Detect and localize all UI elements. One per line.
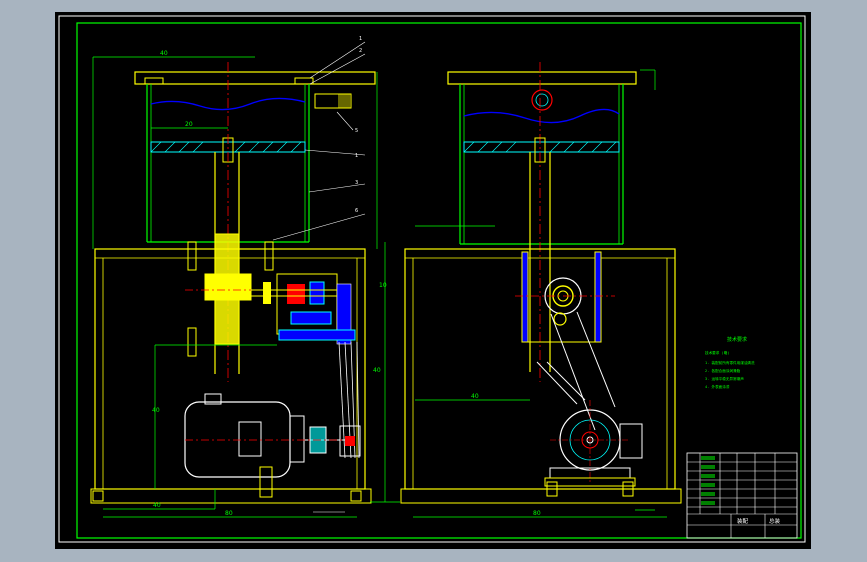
right-dim-base-total: 80 [533, 510, 541, 517]
tech-line-1: 1. 装配前所有零件用煤油清洗 [705, 360, 755, 365]
dim-side-label: 40 [373, 367, 381, 374]
balloon-4: 1 [355, 153, 358, 159]
tech-line-0: 技术要求 (略) [705, 350, 729, 355]
right-piston [463, 141, 620, 153]
left-motor [184, 393, 361, 498]
right-fluid-line [463, 108, 620, 124]
dim-base-half: 40 [153, 502, 161, 509]
dim-height-right: 10 [379, 282, 387, 289]
title-block-drawing-no: 总装 [769, 517, 781, 525]
right-view: 80 40 [400, 62, 682, 518]
outer-border [58, 15, 806, 543]
left-view: 40 20 80 40 40 10 40 1 2 5 1 3 6 [90, 36, 400, 518]
dim-base-total: 80 [225, 510, 233, 517]
balloon-5: 3 [355, 180, 358, 186]
left-gearbox [251, 273, 356, 345]
dim-tank-inner: 20 [185, 121, 193, 128]
drawing-sheet: 40 20 80 40 40 10 40 1 2 5 1 3 6 80 40 技… [55, 12, 811, 549]
dim-top-width: 40 [160, 50, 168, 57]
balloon-6: 6 [355, 208, 358, 214]
title-block [686, 452, 798, 539]
tech-line-2: 2. 各配合面涂润滑脂 [705, 368, 741, 373]
right-dim-side: 40 [471, 393, 479, 400]
dim-height-left: 40 [152, 407, 160, 414]
technical-notes: 技术要求 技术要求 (略) 1. 装配前所有零件用煤油清洗 2. 各配合面涂润滑… [705, 336, 755, 389]
cad-drawing: 40 20 80 40 40 10 40 1 2 5 1 3 6 80 40 技… [58, 15, 806, 543]
balloon-2: 2 [359, 48, 362, 54]
tech-title: 技术要求 [727, 336, 747, 343]
title-block-name: 装配 [737, 517, 749, 525]
right-motor [544, 400, 643, 497]
tech-line-3: 3. 运转平稳无异常噪声 [705, 376, 744, 381]
left-top-plate [134, 71, 376, 85]
balloon-3: 5 [355, 128, 358, 134]
balloon-1: 1 [359, 36, 362, 42]
right-top-plate [447, 71, 637, 85]
tech-line-4: 4. 外表面涂漆 [705, 384, 730, 389]
